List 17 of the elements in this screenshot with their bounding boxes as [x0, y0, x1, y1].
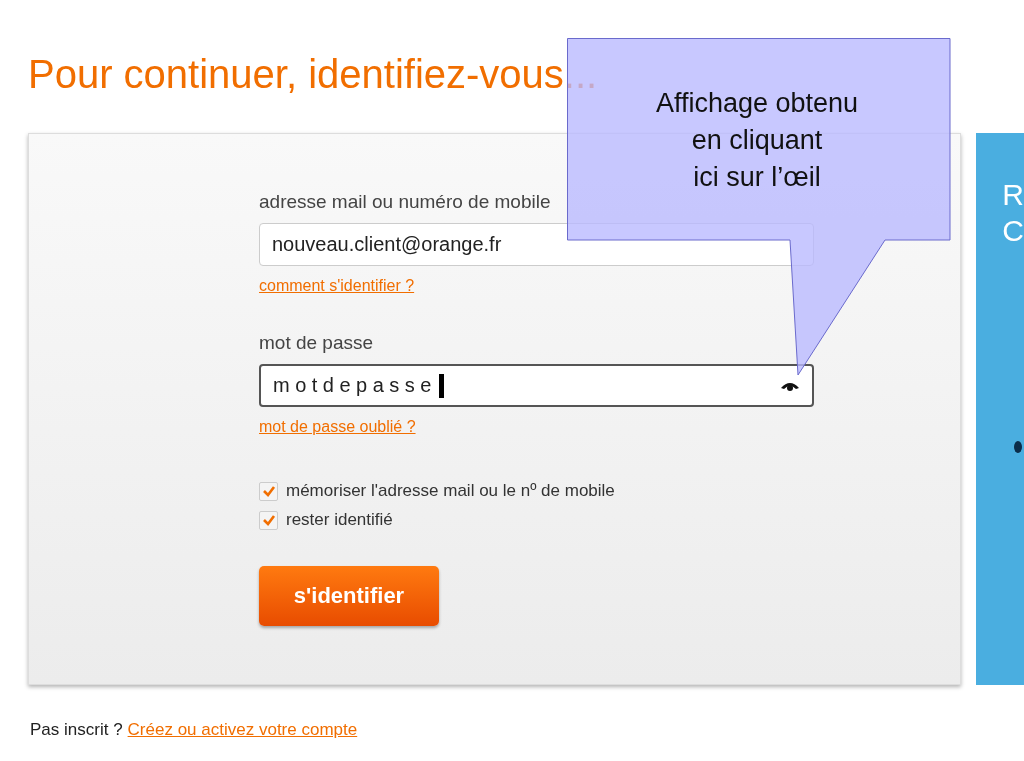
password-field[interactable]: motdepasse [259, 364, 814, 407]
bullet-icon [1014, 441, 1023, 453]
help-link[interactable]: mot de passe oublié ? [259, 418, 416, 436]
panel-text: R [1002, 177, 1024, 213]
checkbox[interactable] [259, 481, 278, 501]
checkbox-label: mémoriser l'adresse mail ou le nº de mobile [286, 481, 615, 501]
text-cursor [438, 373, 444, 398]
checkbox[interactable] [259, 510, 278, 530]
checkbox-label: rester identifié [286, 510, 393, 530]
footer-text: Pas inscrit ? [30, 720, 123, 740]
create-account-link[interactable]: Créez ou activez votre compte [127, 720, 358, 740]
sign-in-button[interactable]: s'identifier [259, 566, 439, 626]
field-label: adresse mail ou numéro de mobile [259, 191, 552, 213]
callout-text: Affichage obtenu en cliquant ici sur l’œil [654, 87, 860, 194]
field-label: mot de passe [259, 332, 375, 354]
help-link[interactable]: comment s'identifier ? [259, 277, 415, 295]
panel-text: C [1002, 213, 1024, 249]
